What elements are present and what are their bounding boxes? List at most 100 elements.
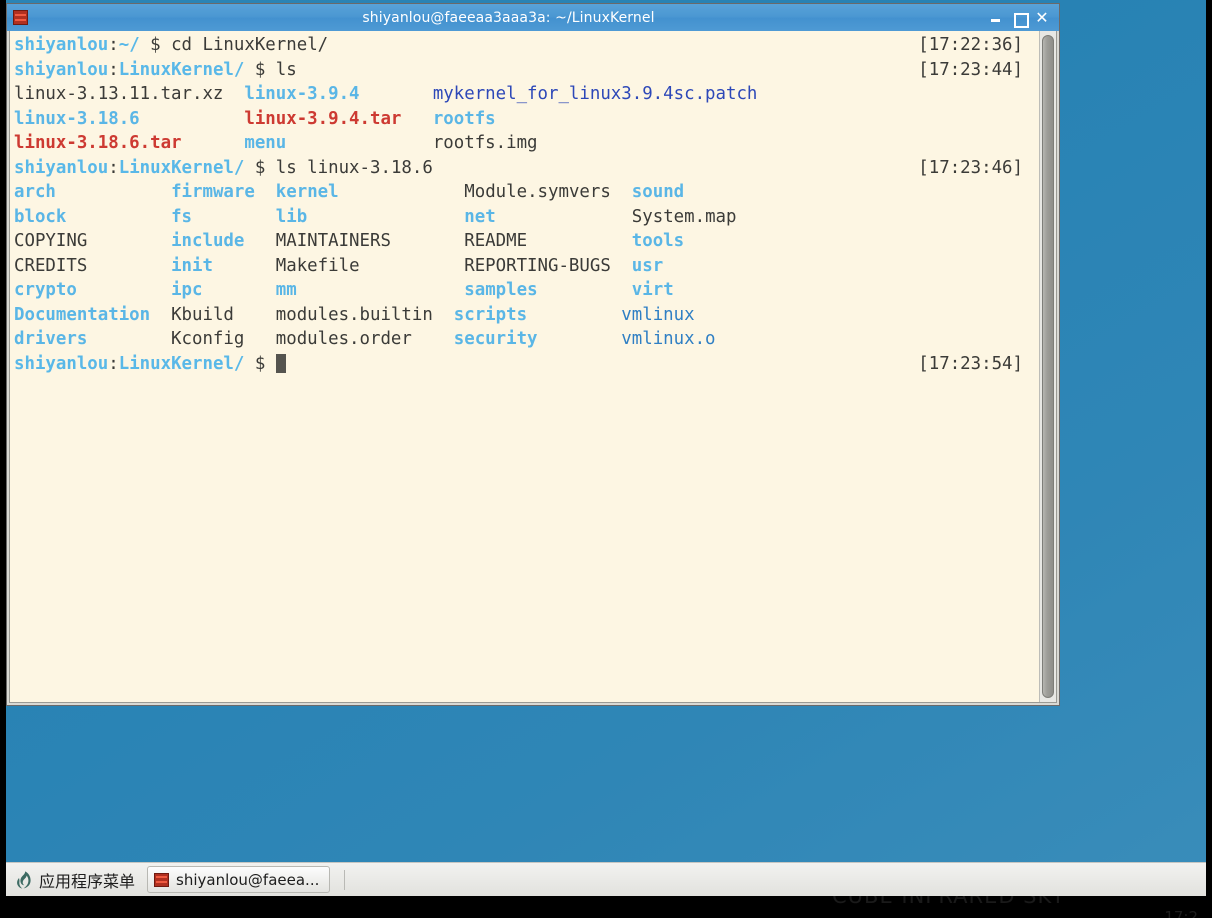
minimize-icon[interactable] [989, 11, 1003, 25]
terminal-text-segment: Kconfig modules.order [87, 329, 454, 349]
terminal-text-segment: ~/ [118, 35, 140, 55]
terminal-text-segment: shiyanlou [14, 35, 109, 55]
taskbar-divider [344, 869, 346, 890]
terminal-text-segment: block [14, 206, 67, 227]
terminal-icon [13, 10, 28, 25]
terminal-timestamp: [17:22:36] [918, 35, 1023, 55]
terminal-text-segment: linux-3.13.11.tar.xz [14, 84, 245, 104]
terminal-text-segment: MAINTAINERS README [244, 231, 632, 251]
terminal-line: block fs lib net System.map [14, 205, 1039, 230]
terminal-text-segment: usr [631, 255, 664, 276]
terminal-text-segment: Documentation [14, 304, 151, 325]
terminal-text-segment: menu [244, 133, 287, 153]
terminal-body[interactable]: shiyanlou:~/ $ cd LinuxKernel/[17:22:36]… [9, 31, 1057, 703]
terminal-text-segment: drivers [14, 329, 88, 349]
taskbar-window-label: shiyanlou@faeea... [176, 870, 320, 889]
terminal-text-segment: CREDITS [14, 255, 172, 276]
terminal-text-segment: rootfs [432, 108, 496, 129]
taskbar[interactable]: 应用程序菜单 shiyanlou@faeea... [6, 862, 1206, 896]
terminal-line: crypto ipc mm samples virt [14, 278, 1039, 303]
terminal-text-segment: : [108, 35, 119, 55]
terminal-text-segment: net [464, 206, 496, 227]
terminal-text-segment: crypto [14, 280, 77, 300]
flame-icon [16, 870, 32, 889]
taskbar-window-button[interactable]: shiyanlou@faeea... [147, 866, 331, 893]
terminal-scrollbar[interactable] [1039, 31, 1056, 702]
terminal-text-segment: $ ls [244, 59, 297, 80]
terminal-text-segment: mm [275, 280, 297, 300]
terminal-output[interactable]: shiyanlou:~/ $ cd LinuxKernel/[17:22:36]… [10, 31, 1039, 702]
window-titlebar[interactable]: shiyanlou@faeeaa3aaa3a: ~/LinuxKernel ✕ [7, 4, 1059, 31]
terminal-text-segment: lib [275, 206, 308, 227]
terminal-timestamp: [17:23:54] [918, 353, 1023, 374]
terminal-text-segment: arch [14, 182, 56, 202]
screen: shiyanlou@faeeaa3aaa3a: ~/LinuxKernel ✕ … [0, 0, 1212, 918]
terminal-line: Documentation Kbuild modules.builtin scr… [14, 303, 1039, 328]
terminal-text-segment: linux-3.9.4.tar [244, 108, 402, 129]
terminal-window[interactable]: shiyanlou@faeeaa3aaa3a: ~/LinuxKernel ✕ … [6, 3, 1060, 706]
terminal-text-segment: Module.symvers [338, 182, 632, 202]
terminal-text-segment: : [108, 353, 119, 374]
terminal-text-segment: shiyanlou [14, 59, 109, 80]
terminal-text-segment: Makefile REPORTING-BUGS [212, 255, 632, 276]
terminal-text-segment: : [108, 59, 119, 80]
terminal-text-segment: linux-3.18.6 [14, 108, 140, 129]
terminal-timestamp: [17:23:44] [918, 59, 1023, 80]
terminal-text-segment: mykernel_for_linux3.9.4sc.patch [432, 84, 758, 104]
terminal-timestamp: [17:23:46] [918, 157, 1023, 178]
terminal-text-segment: virt [631, 280, 674, 300]
close-icon[interactable]: ✕ [1035, 9, 1049, 25]
terminal-line: shiyanlou:LinuxKernel/ $ [17:23:54] [14, 352, 1039, 377]
terminal-text-segment: firmware [171, 182, 255, 202]
terminal-text-segment: sound [631, 182, 685, 202]
terminal-line: linux-3.18.6.tar menu rootfs.img [14, 131, 1039, 156]
window-title: shiyanlou@faeeaa3aaa3a: ~/LinuxKernel [362, 9, 655, 26]
terminal-line: COPYING include MAINTAINERS README tools [14, 229, 1039, 254]
watermark-text: CUBE INFRARED SKY [832, 896, 1066, 908]
terminal-text-segment: rootfs.img [286, 133, 538, 153]
terminal-text-segment: Kbuild modules.builtin [150, 304, 454, 325]
terminal-text-segment: $ [244, 353, 276, 374]
terminal-text-segment: vmlinux [621, 304, 695, 325]
terminal-text-segment: vmlinux.o [621, 329, 716, 349]
terminal-text-segment: samples [464, 280, 538, 300]
maximize-icon[interactable] [1012, 11, 1029, 28]
scrollbar-thumb[interactable] [1042, 35, 1054, 698]
terminal-text-segment: shiyanlou [14, 157, 109, 178]
terminal-line: shiyanlou:LinuxKernel/ $ ls [17:23:44] [14, 58, 1039, 83]
terminal-icon [154, 872, 170, 887]
terminal-text-segment: include [171, 231, 245, 251]
application-menu-button[interactable]: 应用程序菜单 [12, 866, 143, 893]
terminal-text-segment: scripts [453, 304, 528, 325]
terminal-cursor [275, 353, 286, 373]
terminal-text-segment: ipc [171, 280, 203, 300]
terminal-text-segment: COPYING [14, 231, 172, 251]
application-menu-label: 应用程序菜单 [39, 871, 136, 891]
watermark-strip: CUBE INFRARED SKY 17:2 [6, 896, 1206, 918]
terminal-text-segment: LinuxKernel/ [118, 59, 245, 80]
terminal-text-segment: $ cd LinuxKernel/ [139, 35, 329, 55]
terminal-line: linux-3.13.11.tar.xz linux-3.9.4 mykerne… [14, 82, 1039, 107]
terminal-text-segment: init [171, 255, 213, 276]
terminal-line: shiyanlou:~/ $ cd LinuxKernel/ [17:22:36] [14, 33, 1039, 58]
terminal-line: drivers Kconfig modules.order security v… [14, 327, 1039, 352]
terminal-text-segment: fs [171, 206, 193, 227]
terminal-text-segment: linux-3.9.4 [244, 84, 360, 104]
terminal-line: arch firmware kernel Module.symvers soun… [14, 180, 1039, 205]
terminal-text-segment: LinuxKernel/ [118, 353, 245, 374]
window-controls[interactable]: ✕ [989, 9, 1053, 28]
terminal-text-segment: System.map [495, 206, 737, 227]
